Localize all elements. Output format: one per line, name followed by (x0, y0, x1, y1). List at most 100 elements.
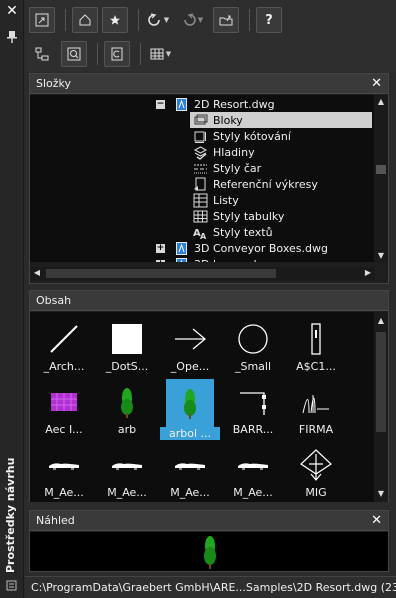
tree-item[interactable]: Hladiny (192, 144, 255, 160)
tree-item-label: 3D Conveyor Boxes.dwg (194, 241, 328, 255)
tree-item[interactable]: Bloky (190, 112, 372, 128)
door-thumbnail (298, 321, 334, 357)
content-item-label: M_Ae... (44, 486, 84, 499)
tree-item-label: Styly kótování (213, 129, 291, 143)
content-vscroll[interactable]: ▲ ▼ (374, 312, 388, 502)
tree-item[interactable]: Styly čar (192, 160, 261, 176)
status-path: C:\ProgramData\Graebert GmbH\ARE...Sampl… (25, 576, 396, 598)
expand-icon[interactable]: + (156, 259, 165, 262)
toolbar-separator (249, 9, 250, 31)
palette-title: Prostředky návrhu (4, 457, 17, 573)
tree-item[interactable]: +3D house.dwg (156, 256, 273, 262)
content-item[interactable]: M_Ae... (34, 444, 94, 502)
tree-thumbnail (109, 384, 145, 420)
tree-item[interactable]: A A Styly textů (192, 224, 273, 240)
content-item[interactable]: A$C1... (286, 318, 346, 378)
close-icon[interactable]: ✕ (371, 514, 382, 527)
scroll-up-icon[interactable]: ▲ (374, 316, 388, 325)
blocks-icon (192, 112, 208, 128)
content-item-label: M_Ae... (233, 486, 273, 499)
car-thumbnail (172, 447, 208, 483)
content-panel-title: Obsah (36, 294, 72, 307)
preview-panel-header: Náhled ✕ (30, 511, 388, 531)
content-item[interactable]: M_Ae... (97, 444, 157, 502)
content-item[interactable]: _DotS... (97, 318, 157, 378)
home-icon[interactable] (72, 7, 98, 33)
content-item-label: _Ope... (170, 360, 210, 373)
dwg-file-icon (173, 256, 189, 262)
sync-icon[interactable] (104, 41, 130, 67)
content-item[interactable]: arb (97, 381, 157, 441)
tree-item[interactable]: Styly kótování (192, 128, 291, 144)
content-item-label: FIRMA (298, 423, 334, 436)
tree-item-label: 2D Resort.dwg (194, 97, 275, 111)
content-item-label: _Small (234, 360, 272, 373)
barrier-thumbnail (235, 384, 271, 420)
circle-thumbnail (235, 321, 271, 357)
content-item-label: Aec I... (45, 423, 83, 436)
scroll-left-icon[interactable]: ◀ (30, 268, 44, 277)
favorites-icon[interactable] (102, 7, 128, 33)
content-item[interactable]: M_Ae... (223, 444, 283, 502)
tree-item-label: Styly textů (213, 225, 273, 239)
content-item-label: _Arch... (43, 360, 85, 373)
scroll-thumb[interactable] (376, 332, 386, 432)
tree-item[interactable]: Styly tabulky (192, 208, 284, 224)
content-item[interactable]: _Arch... (34, 318, 94, 378)
linetypes-icon (192, 160, 208, 176)
close-icon[interactable]: ✕ (371, 77, 382, 90)
tree-item[interactable]: Listy (192, 192, 239, 208)
content-item[interactable]: _Small (223, 318, 283, 378)
preview-toggle-icon[interactable] (61, 41, 87, 67)
scroll-down-icon[interactable]: ▼ (374, 489, 388, 498)
content-panel: Obsah _Arch... _DotS... _Ope... _Small A$C1.… (29, 290, 389, 502)
tree-item[interactable]: Referenční výkresy (192, 176, 318, 192)
tree-view-toggle-icon[interactable] (29, 41, 55, 67)
scroll-right-icon[interactable]: ▶ (361, 268, 375, 277)
tree-item-label: Bloky (213, 113, 243, 127)
scroll-thumb[interactable] (376, 165, 386, 174)
back-icon[interactable]: ▼ (145, 7, 171, 33)
content-item-label: MIG (305, 486, 327, 499)
folder-tree-vscroll[interactable]: ▲ ▼ (374, 95, 388, 262)
tree-item-label: Hladiny (213, 145, 255, 159)
collapse-icon[interactable]: − (156, 99, 165, 109)
content-item[interactable]: FIRMA (286, 381, 346, 441)
purple-thumbnail (46, 384, 82, 420)
scroll-up-icon[interactable]: ▲ (374, 97, 388, 106)
content-item[interactable]: MIG (286, 444, 346, 502)
content-item[interactable]: M_Ae... (160, 444, 220, 502)
tree-item[interactable]: − 2D Resort.dwg (156, 96, 275, 112)
toolbar-separator (140, 43, 141, 65)
content-item-label: M_Ae... (170, 486, 210, 499)
load-icon[interactable] (29, 7, 55, 33)
tree-item-label: 3D house.dwg (194, 258, 273, 263)
content-item[interactable]: Aec I... (34, 381, 94, 441)
expand-icon[interactable]: + (156, 243, 165, 253)
close-palette-icon[interactable]: ✕ (6, 4, 18, 18)
square-thumbnail (109, 321, 145, 357)
views-icon[interactable]: ▼ (147, 41, 173, 67)
pin-icon[interactable] (6, 30, 18, 44)
content-item[interactable]: arbol ... (160, 379, 220, 441)
scroll-thumb[interactable] (46, 269, 276, 278)
side-strip: ✕ Prostředky návrhu (0, 0, 24, 598)
preview-tree-image (204, 536, 216, 569)
forward-icon[interactable]: ▼ (179, 7, 205, 33)
content-item[interactable]: BARR... (223, 381, 283, 441)
content-item-label: arb (117, 423, 137, 436)
preview-panel: Náhled ✕ (29, 510, 389, 572)
toolbar: ▼ ▼ ? ▼ (25, 0, 396, 72)
layers-icon (192, 144, 208, 160)
scroll-down-icon[interactable]: ▼ (374, 251, 388, 260)
mig-thumbnail (298, 447, 334, 483)
content-item-label: M_Ae... (107, 486, 147, 499)
folder-tree-hscroll[interactable]: ◀ ▶ (30, 267, 375, 280)
content-item[interactable]: _Ope... (160, 318, 220, 378)
folder-tree: − 2D Resort.dwg Bloky Styly kótování Hladiny… (30, 95, 375, 262)
tree-item[interactable]: +3D Conveyor Boxes.dwg (156, 240, 328, 256)
palette-menu-icon[interactable] (6, 580, 17, 591)
up-folder-icon[interactable] (213, 7, 239, 33)
help-button[interactable]: ? (256, 7, 282, 33)
folders-panel: Složky ✕ − 2D Resort.dwg Bloky Styly kótová… (29, 73, 389, 284)
